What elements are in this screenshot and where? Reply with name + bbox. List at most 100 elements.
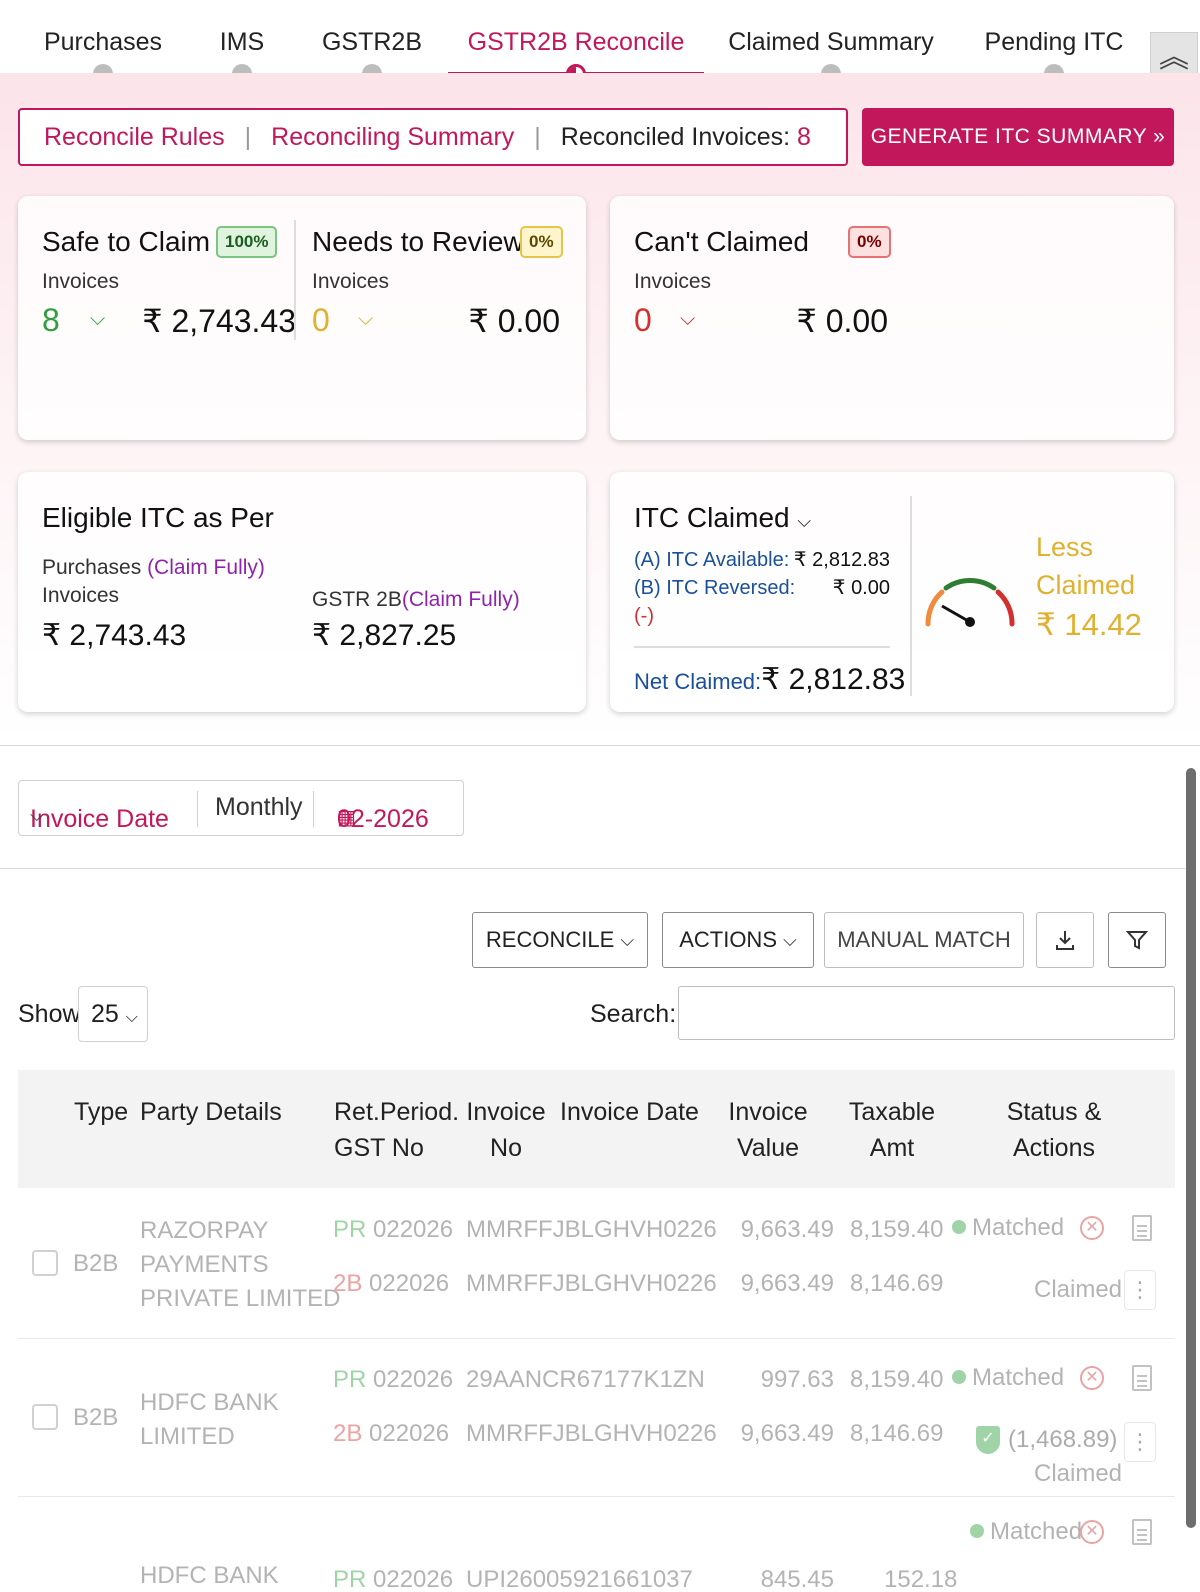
col-invoice-date[interactable]: Invoice Date: [560, 1094, 699, 1130]
download-button[interactable]: [1036, 912, 1094, 968]
col-invoice-no[interactable]: Invoice No: [466, 1094, 545, 1166]
row-menu-button[interactable]: ⋮: [1124, 1422, 1156, 1462]
2b-taxable-amt: 8,146.69: [850, 1420, 944, 1447]
row-menu-button[interactable]: ⋮: [1124, 1270, 1156, 1310]
difference-amount: (1,468.89): [1008, 1426, 1118, 1453]
col-invoice-value[interactable]: Invoice Value: [728, 1094, 807, 1166]
unmatch-icon[interactable]: ✕: [1080, 1366, 1104, 1390]
chevron-down-icon[interactable]: ⌵: [358, 308, 373, 331]
pr-taxable-amt: 152.18: [884, 1566, 958, 1592]
row-checkbox[interactable]: [32, 1404, 58, 1430]
chevron-down-icon: ⌵: [797, 511, 812, 531]
status-text: Matched: [952, 1364, 1064, 1392]
eligible-itc-card: Eligible ITC as Per Purchases (Claim Ful…: [18, 472, 586, 712]
safe-invoices-label: Invoices: [42, 270, 120, 293]
cant-claim-card: Can't Claimed 0% Invoices 0 ⌵ ₹ 0.00: [610, 196, 1174, 440]
2b-line: 2B 022026: [333, 1420, 450, 1447]
calendar-icon: ▦: [337, 807, 356, 829]
reconcile-dropdown-button[interactable]: RECONCILE ⌵: [472, 912, 648, 968]
gstr2b-eligible-amount: ₹ 2,827.25: [312, 619, 457, 652]
cant-claimed-title: Can't Claimed: [634, 226, 809, 257]
status-dot-icon: [952, 1220, 966, 1234]
show-label: Show: [18, 1000, 81, 1028]
collapse-button[interactable]: ︽: [1150, 32, 1198, 76]
tab-pending-itc[interactable]: Pending ITC: [985, 28, 1124, 57]
col-ret-period[interactable]: Ret.Period. GST No: [334, 1094, 459, 1166]
2b-taxable-amt: 8,146.69: [850, 1270, 944, 1297]
status-dot-icon: [970, 1524, 984, 1538]
col-party-details[interactable]: Party Details: [140, 1094, 282, 1130]
row-checkbox[interactable]: [32, 1250, 58, 1276]
divider: [294, 220, 296, 340]
document-icon[interactable]: [1132, 1365, 1152, 1391]
pr-invoice-value: 997.63: [760, 1366, 834, 1393]
tab-gstr2b[interactable]: GSTR2B: [322, 28, 422, 57]
divider: |: [534, 122, 541, 151]
filter-button[interactable]: [1108, 912, 1166, 968]
shield-check-icon: ✓: [976, 1426, 1000, 1454]
pr-invoice-value: 845.45: [760, 1566, 834, 1592]
pr-line: PR 022026: [333, 1216, 454, 1243]
reconcile-rules-link[interactable]: Reconcile Rules: [44, 123, 225, 152]
itc-claimed-card: ITC Claimed ⌵ (A) ITC Available: (B) ITC…: [610, 472, 1174, 712]
pr-invoice-no: MMRFFJBLGHVH0226: [466, 1216, 717, 1243]
document-icon[interactable]: [1132, 1519, 1152, 1545]
chevron-down-icon: ⌵: [30, 805, 44, 825]
2b-line: 2B 022026: [333, 1270, 450, 1297]
net-claimed: Net Claimed:₹ 2,812.83: [634, 663, 906, 696]
col-type[interactable]: Type: [74, 1094, 128, 1130]
cant-invoice-count[interactable]: 0: [634, 302, 652, 339]
tab-ims[interactable]: IMS: [220, 28, 264, 57]
search-label: Search:: [590, 1000, 677, 1028]
chevron-down-icon[interactable]: ⌵: [680, 308, 695, 331]
pr-taxable-amt: 8,159.40: [850, 1216, 944, 1243]
unmatch-icon[interactable]: ✕: [1080, 1216, 1104, 1240]
review-amount: ₹ 0.00: [468, 303, 560, 339]
safe-to-claim-title: Safe to Claim: [42, 226, 211, 257]
actions-dropdown-button[interactable]: ACTIONS ⌵: [662, 912, 814, 968]
review-invoice-count[interactable]: 0: [312, 302, 330, 339]
document-icon[interactable]: [1132, 1215, 1152, 1241]
claim-status-card: Safe to Claim 100% Invoices 8 ⌵ ₹ 2,743.…: [18, 196, 586, 440]
tab-purchases[interactable]: Purchases: [44, 28, 162, 57]
status-dot-icon: [952, 1370, 966, 1384]
review-invoices-label: Invoices: [312, 270, 390, 293]
cant-invoices-label: Invoices: [634, 270, 712, 293]
vertical-scrollbar[interactable]: [1186, 768, 1196, 1528]
reconciled-invoices-count: Reconciled Invoices: 8: [560, 122, 811, 151]
row-type: B2B: [73, 1250, 119, 1277]
divider: [0, 745, 1200, 746]
itc-claimed-title[interactable]: ITC Claimed ⌵: [634, 502, 811, 534]
page-size-select[interactable]: 25 ⌵: [78, 986, 148, 1042]
pr-invoice-no: 29AANCR67177K1ZN: [466, 1366, 705, 1393]
tab-gstr2b-reconcile[interactable]: GSTR2B Reconcile: [468, 28, 685, 57]
invoices-label: Invoices: [42, 584, 120, 607]
row-party-name: HDFC BANK LIMITED: [140, 1389, 279, 1450]
reconcile-toolbar: Reconcile Rules | Reconciling Summary | …: [18, 108, 848, 166]
divider: [313, 791, 314, 827]
download-icon: [1056, 931, 1074, 950]
filter-icon: [1126, 931, 1148, 950]
generate-itc-summary-button[interactable]: GENERATE ITC SUMMARY »: [862, 108, 1174, 166]
manual-match-button[interactable]: MANUAL MATCH: [824, 912, 1024, 968]
claim-status: Claimed: [1034, 1276, 1123, 1303]
cant-amount: ₹ 0.00: [796, 303, 888, 339]
chevron-down-icon[interactable]: ⌵: [90, 308, 105, 331]
gauge-icon: [925, 577, 1015, 627]
col-status-actions[interactable]: Status & Actions: [1007, 1094, 1102, 1166]
reconciling-summary-link[interactable]: Reconciling Summary: [271, 123, 514, 152]
col-taxable-amt[interactable]: Taxable Amt: [849, 1094, 935, 1166]
status-text: Matched: [970, 1518, 1082, 1546]
divider: |: [244, 122, 252, 151]
unmatch-icon[interactable]: ✕: [1080, 1520, 1104, 1544]
chevron-down-icon: ⌵: [783, 929, 797, 950]
pr-line: PR 022026: [333, 1366, 454, 1393]
frequency-select[interactable]: Monthly: [215, 793, 303, 822]
2b-invoice-value: 9,663.49: [740, 1420, 834, 1447]
safe-invoice-count[interactable]: 8: [42, 302, 60, 339]
needs-review-title: Needs to Review: [312, 226, 524, 257]
search-input[interactable]: [678, 986, 1175, 1040]
itc-breakdown-labels: (A) ITC Available: (B) ITC Reversed: (-): [634, 549, 796, 627]
tab-claimed-summary[interactable]: Claimed Summary: [728, 28, 934, 57]
cant-percent-badge: 0%: [848, 226, 891, 258]
